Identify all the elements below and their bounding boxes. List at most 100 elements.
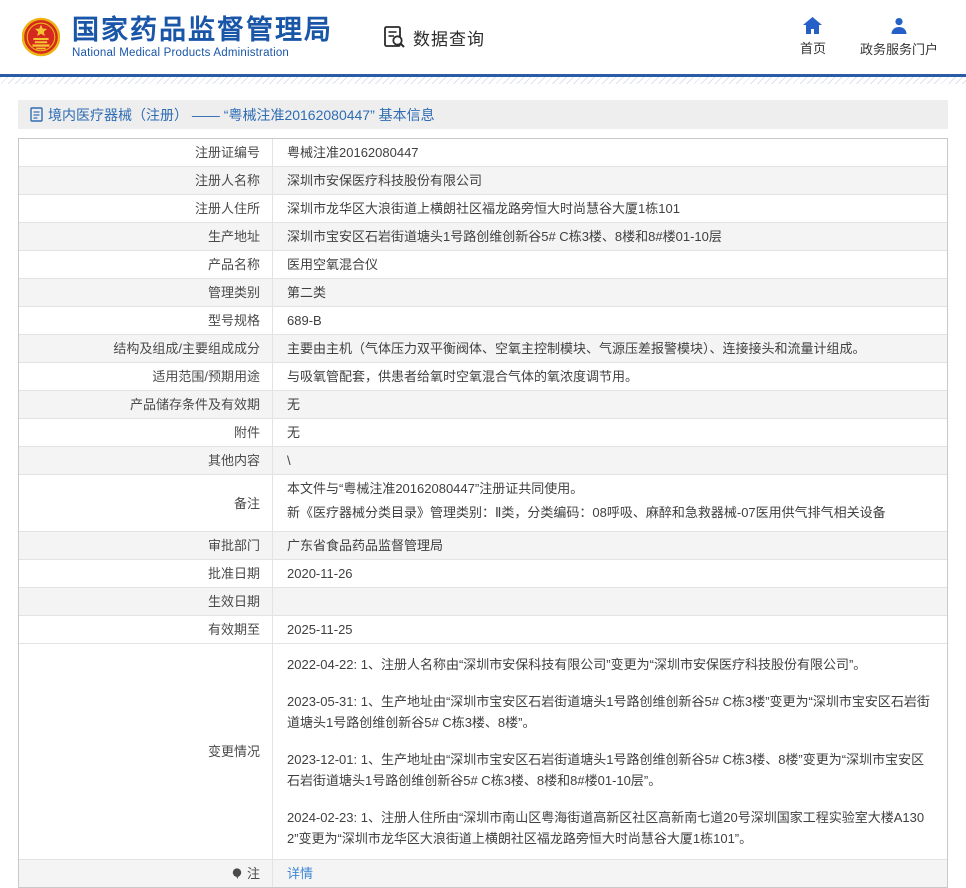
agency-name-cn: 国家药品监督管理局 (72, 15, 333, 45)
table-row: 结构及组成/主要组成成分主要由主机（气体压力双平衡阀体、空氧主控制模块、气源压差… (19, 335, 947, 363)
row-label-text: 型号规格 (208, 312, 260, 329)
row-value: 2025-11-25 (273, 616, 947, 643)
row-value-text: 无 (287, 423, 935, 442)
row-value: 689-B (273, 307, 947, 334)
table-row: 注 详情 (19, 860, 947, 887)
row-label: 注 (19, 860, 273, 887)
row-label-text: 审批部门 (208, 537, 260, 554)
document-icon (30, 107, 43, 122)
main-content: 境内医疗器械（注册） —— “粤械注准20162080447” 基本信息 注册证… (18, 100, 948, 888)
table-row: 生产地址 深圳市宝安区石岩街道塘头1号路创维创新谷5# C栋3楼、8楼和8#楼01… (19, 223, 947, 251)
row-value-text: 第二类 (287, 283, 935, 302)
row-label: 审批部门 (19, 532, 273, 559)
table-row: 管理类别 第二类 (19, 279, 947, 307)
row-value: 与吸氧管配套，供患者给氧时空氧混合气体的氧浓度调节用。 (273, 363, 947, 390)
row-label-text: 注册证编号 (195, 144, 260, 161)
value-paragraph: 本文件与“粤械注准20162080447”注册证共同使用。 (287, 479, 935, 499)
row-label: 附件 (19, 419, 273, 446)
row-value: 第二类 (273, 279, 947, 306)
page-title-bar: 境内医疗器械（注册） —— “粤械注准20162080447” 基本信息 (18, 100, 948, 129)
row-value (273, 588, 947, 615)
row-value: 深圳市宝安区石岩街道塘头1号路创维创新谷5# C栋3楼、8楼和8#楼01-10层 (273, 223, 947, 250)
site-header: 国家药品监督管理局 National Medical Products Admi… (0, 0, 966, 74)
row-value-text: 深圳市宝安区石岩街道塘头1号路创维创新谷5# C栋3楼、8楼和8#楼01-10层 (287, 227, 935, 246)
row-label: 注册人名称 (19, 167, 273, 194)
row-label-text: 产品名称 (208, 256, 260, 273)
note-icon (232, 868, 243, 879)
row-label: 管理类别 (19, 279, 273, 306)
row-label: 生产地址 (19, 223, 273, 250)
national-emblem-logo (22, 15, 60, 59)
row-label: 批准日期 (19, 560, 273, 587)
row-value: 本文件与“粤械注准20162080447”注册证共同使用。新《医疗器械分类目录》… (273, 475, 947, 531)
table-row: 型号规格 689-B (19, 307, 947, 335)
row-label: 备注 (19, 475, 273, 531)
row-value: 2020-11-26 (273, 560, 947, 587)
row-value-text: 医用空氧混合仪 (287, 255, 935, 274)
row-value: 深圳市龙华区大浪街道上横朗社区福龙路旁恒大时尚慧谷大厦1栋101 (273, 195, 947, 222)
table-row: 批准日期 2020-11-26 (19, 560, 947, 588)
row-label: 有效期至 (19, 616, 273, 643)
table-row: 审批部门 广东省食品药品监督管理局 (19, 532, 947, 560)
table-row: 产品名称 医用空氧混合仪 (19, 251, 947, 279)
table-row: 产品储存条件及有效期无 (19, 391, 947, 419)
row-label: 变更情况 (19, 644, 273, 859)
row-value-text: \ (287, 451, 935, 470)
row-value: 2022-04-22: 1、注册人名称由“深圳市安保科技有限公司”变更为“深圳市… (273, 644, 947, 859)
page-title: 境内医疗器械（注册） —— “粤械注准20162080447” 基本信息 (48, 105, 435, 125)
row-value-text: 689-B (287, 311, 935, 330)
row-label-text: 变更情况 (208, 743, 260, 760)
row-label: 适用范围/预期用途 (19, 363, 273, 390)
row-label-text: 管理类别 (208, 284, 260, 301)
row-label: 注册人住所 (19, 195, 273, 222)
row-value-text: 广东省食品药品监督管理局 (287, 536, 935, 555)
nav-item-home[interactable]: 首页 (800, 17, 826, 57)
row-label: 生效日期 (19, 588, 273, 615)
user-icon (890, 17, 908, 35)
value-paragraph: 2024-02-23: 1、注册人住所由“深圳市南山区粤海街道高新区社区高新南七… (287, 807, 935, 849)
row-value-text: 主要由主机（气体压力双平衡阀体、空氧主控制模块、气源压差报警模块）、连接接头和流… (287, 339, 935, 358)
table-row: 其他内容 \ (19, 447, 947, 475)
table-row: 注册人住所 深圳市龙华区大浪街道上横朗社区福龙路旁恒大时尚慧谷大厦1栋101 (19, 195, 947, 223)
row-label: 其他内容 (19, 447, 273, 474)
row-value-text: 无 (287, 395, 935, 414)
row-label-text: 适用范围/预期用途 (152, 368, 260, 385)
row-value-text: 2020-11-26 (287, 564, 935, 583)
row-label-text: 生产地址 (208, 228, 260, 245)
value-paragraph: 2023-05-31: 1、生产地址由“深圳市宝安区石岩街道塘头1号路创维创新谷… (287, 691, 935, 733)
row-value: 广东省食品药品监督管理局 (273, 532, 947, 559)
row-value: 无 (273, 419, 947, 446)
home-icon (803, 17, 822, 34)
row-label-text: 注 (247, 865, 260, 882)
brand-block: 国家药品监督管理局 National Medical Products Admi… (72, 15, 333, 59)
row-label: 结构及组成/主要组成成分 (19, 335, 273, 362)
row-value-text: 粤械注准20162080447 (287, 143, 935, 162)
row-label: 产品储存条件及有效期 (19, 391, 273, 418)
data-query-section[interactable]: 数据查询 (381, 24, 485, 50)
nav-portal-label: 政务服务门户 (860, 39, 938, 58)
row-label: 产品名称 (19, 251, 273, 278)
row-value-text: 深圳市安保医疗科技股份有限公司 (287, 171, 935, 190)
hatched-strip (0, 77, 966, 84)
row-value-text: 与吸氧管配套，供患者给氧时空氧混合气体的氧浓度调节用。 (287, 367, 935, 386)
row-value: \ (273, 447, 947, 474)
row-label-text: 有效期至 (208, 621, 260, 638)
agency-name-en: National Medical Products Administration (72, 47, 333, 59)
row-value: 无 (273, 391, 947, 418)
info-table: 注册证编号 粤械注准20162080447 注册人名称 深圳市安保医疗科技股份有限公司… (18, 138, 948, 888)
row-value: 深圳市安保医疗科技股份有限公司 (273, 167, 947, 194)
row-value: 主要由主机（气体压力双平衡阀体、空氧主控制模块、气源压差报警模块）、连接接头和流… (273, 335, 947, 362)
nav-item-portal[interactable]: 政务服务门户 (860, 17, 938, 58)
row-value: 详情 (273, 860, 947, 887)
detail-link[interactable]: 详情 (287, 864, 935, 883)
row-label-text: 备注 (234, 495, 260, 512)
row-label-text: 注册人名称 (195, 172, 260, 189)
table-row: 附件无 (19, 419, 947, 447)
header-nav: 首页 政务服务门户 (800, 17, 938, 58)
row-value-text: 深圳市龙华区大浪街道上横朗社区福龙路旁恒大时尚慧谷大厦1栋101 (287, 199, 935, 218)
row-label: 注册证编号 (19, 139, 273, 166)
table-row: 有效期至 2025-11-25 (19, 616, 947, 644)
table-row: 适用范围/预期用途 与吸氧管配套，供患者给氧时空氧混合气体的氧浓度调节用。 (19, 363, 947, 391)
row-label-text: 注册人住所 (195, 200, 260, 217)
row-value-text: 2025-11-25 (287, 620, 935, 639)
